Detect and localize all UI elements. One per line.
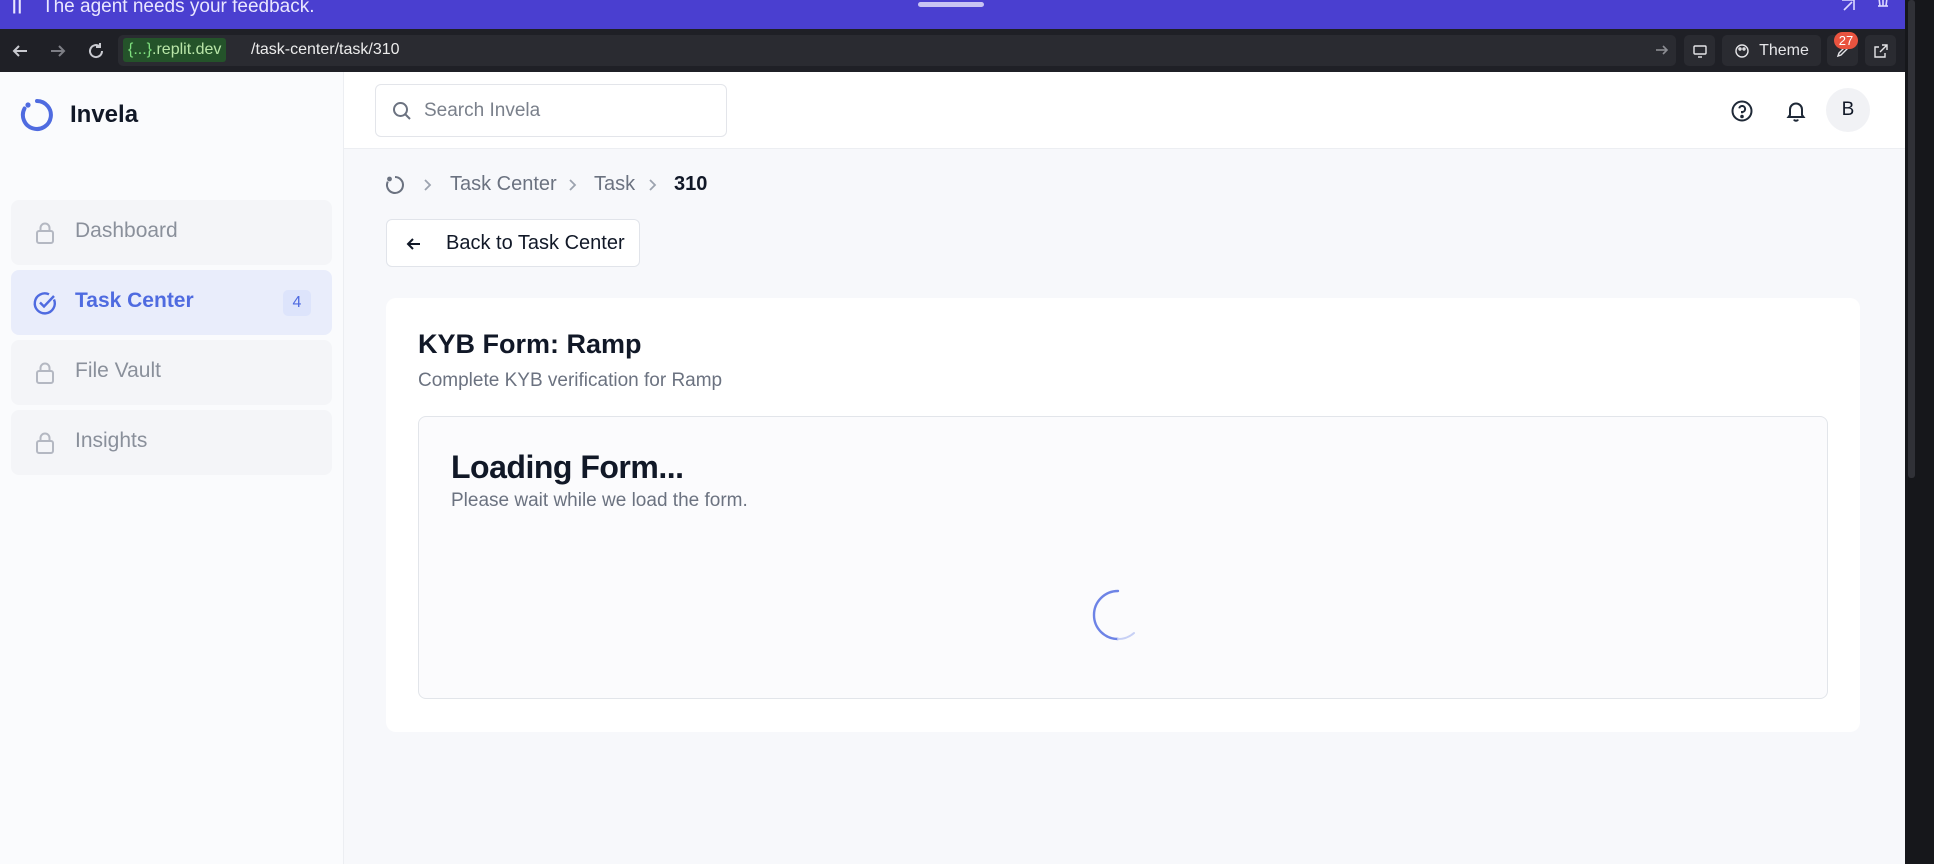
notification-count-badge: 27 [1834, 32, 1858, 49]
sidebar-item-label: Insights [75, 429, 148, 452]
back-arrow-icon[interactable] [10, 41, 30, 61]
scrollbar[interactable] [1908, 0, 1915, 478]
loading-title: Loading Form... [451, 449, 684, 485]
pause-icon[interactable]: || [12, 0, 23, 14]
check-circle-icon [33, 292, 56, 315]
reload-icon[interactable] [86, 41, 106, 61]
palette-icon [1735, 43, 1749, 58]
open-new-tab-button[interactable] [1865, 35, 1896, 66]
forward-arrow-icon[interactable] [48, 41, 68, 61]
url-host-prefix: {...} [128, 41, 153, 58]
arrow-left-icon [406, 238, 420, 250]
lock-icon [36, 362, 54, 384]
sidebar-item-dashboard[interactable]: Dashboard [11, 200, 332, 265]
pin-icon[interactable] [1873, 0, 1893, 12]
url-host: {...}.replit.dev [123, 38, 227, 62]
app-viewport: Invela Dashboard Task Center 4 File Vaul… [0, 72, 1905, 864]
external-link-icon [1873, 43, 1888, 58]
sidebar-item-label: File Vault [75, 359, 161, 382]
chevron-right-icon [649, 179, 657, 191]
form-subtitle: Complete KYB verification for Ramp [418, 370, 723, 391]
bell-icon[interactable] [1783, 98, 1809, 124]
agent-feedback-message: The agent needs your feedback. [42, 0, 315, 17]
theme-label: Theme [1759, 41, 1809, 59]
search-icon [393, 102, 411, 120]
sidebar: Invela Dashboard Task Center 4 File Vaul… [0, 72, 344, 864]
window-edge [1905, 0, 1934, 864]
monitor-icon [1692, 44, 1707, 58]
sidebar-item-file-vault[interactable]: File Vault [11, 340, 332, 405]
breadcrumb-current: 310 [674, 173, 708, 195]
sidebar-item-task-center[interactable]: Task Center 4 [11, 270, 332, 335]
drag-handle[interactable] [918, 2, 984, 7]
chevron-right-icon [424, 179, 432, 191]
back-button-label: Back to Task Center [446, 232, 625, 254]
breadcrumb-task-center[interactable]: Task Center [450, 173, 557, 196]
loading-message: Please wait while we load the form. [451, 490, 748, 511]
help-icon[interactable] [1729, 98, 1755, 124]
sidebar-item-label: Task Center [75, 289, 194, 312]
theme-button[interactable]: Theme [1722, 35, 1821, 66]
lock-icon [36, 432, 54, 454]
top-header: B [344, 72, 1905, 149]
loading-spinner-icon [1092, 589, 1135, 641]
sidebar-item-label: Dashboard [75, 219, 178, 242]
go-arrow-icon[interactable] [1653, 41, 1671, 59]
lock-icon [36, 222, 54, 244]
chevron-right-icon [569, 179, 577, 191]
sidebar-item-insights[interactable]: Insights [11, 410, 332, 475]
breadcrumb-task[interactable]: Task [594, 173, 635, 196]
url-path[interactable]: /task-center/task/310 [251, 39, 400, 61]
screen: || The agent needs your feedback. {...}.… [0, 0, 1934, 864]
back-to-task-center-button[interactable]: Back to Task Center [386, 219, 640, 267]
form-title: KYB Form: Ramp [418, 329, 642, 359]
form-card: KYB Form: Ramp Complete KYB verification… [386, 298, 1860, 732]
agent-feedback-bar[interactable]: || The agent needs your feedback. [0, 0, 1905, 29]
brand-name: Invela [70, 101, 139, 128]
user-avatar[interactable]: B [1826, 88, 1870, 132]
url-host-suffix: .replit.dev [152, 41, 222, 58]
invela-logo-icon [20, 99, 53, 131]
task-count-badge: 4 [283, 290, 311, 316]
expand-icon[interactable] [1838, 0, 1858, 12]
home-logo-icon[interactable] [384, 174, 406, 196]
search-input[interactable] [424, 95, 714, 127]
loading-panel: Loading Form... Please wait while we loa… [418, 416, 1828, 699]
search-box[interactable] [375, 84, 727, 137]
devtools-button[interactable] [1684, 35, 1715, 66]
